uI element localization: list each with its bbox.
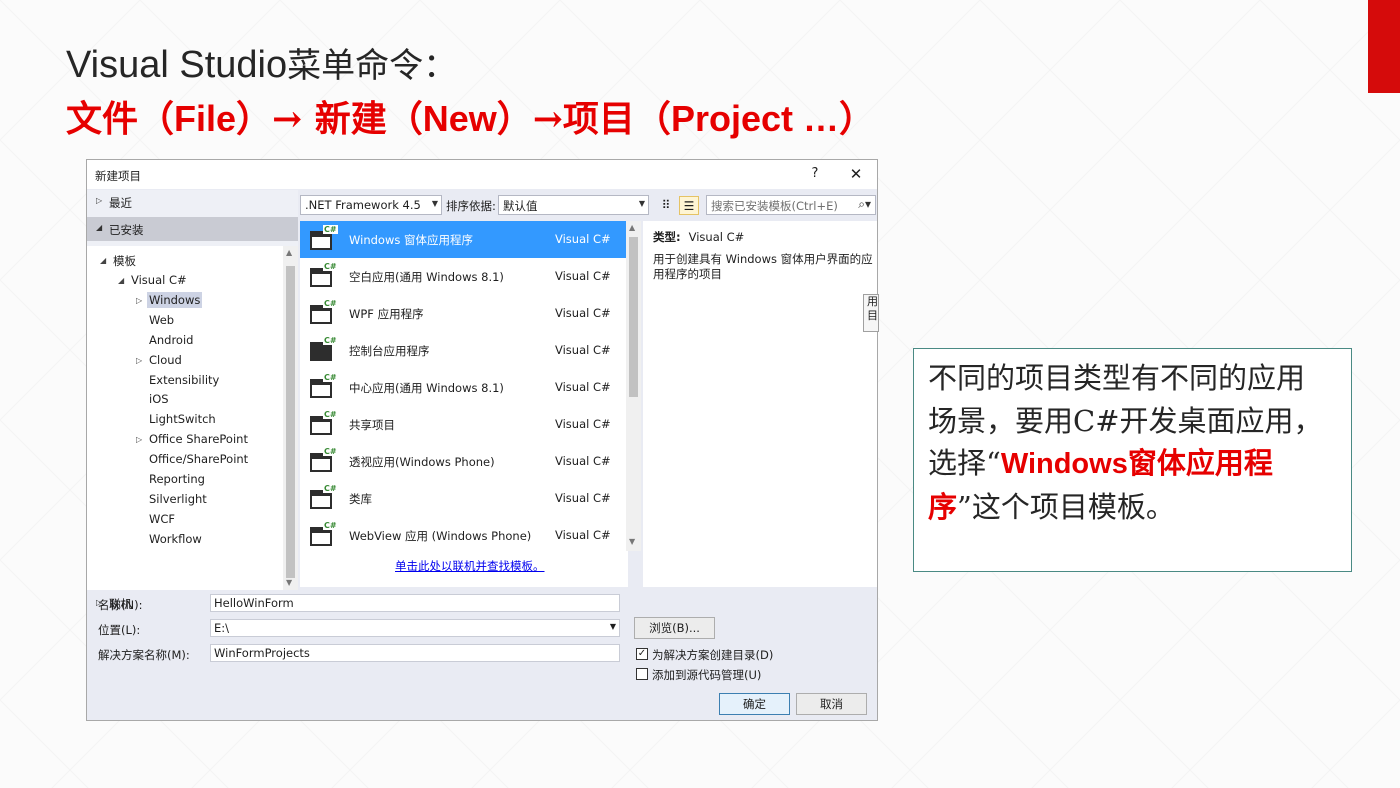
collapse-arrow-icon[interactable]: ◢	[118, 276, 124, 285]
template-item[interactable]: C# 中心应用(通用 Windows 8.1) Visual C#	[300, 369, 626, 406]
template-item[interactable]: C# 透视应用(Windows Phone) Visual C#	[300, 443, 626, 480]
solution-name-label: 解决方案名称(M):	[98, 648, 190, 662]
location-label: 位置(L):	[98, 623, 141, 637]
template-list: C# Windows 窗体应用程序 Visual C# C# 空白应用(通用 Wi…	[300, 221, 628, 587]
template-list-scrollbar[interactable]: ▲ ▼	[626, 221, 641, 551]
nav-installed-label: 已安装	[109, 223, 144, 237]
template-item[interactable]: C# 共享项目 Visual C#	[300, 406, 626, 443]
template-item[interactable]: C# 控制台应用程序 Visual C#	[300, 332, 626, 369]
tree-scrollbar[interactable]: ▲ ▼	[283, 246, 298, 590]
template-item[interactable]: C# Windows 窗体应用程序 Visual C#	[300, 221, 626, 258]
tree-scroll-thumb[interactable]	[286, 266, 295, 578]
create-directory-checkbox[interactable]: ✓	[636, 648, 648, 660]
expand-arrow-icon[interactable]: ▷	[136, 356, 142, 365]
solution-name-input[interactable]: WinFormProjects	[210, 644, 620, 662]
scroll-down-icon[interactable]: ▼	[629, 537, 635, 546]
pivot-app-icon: C#	[310, 447, 338, 474]
tree-item-web[interactable]: Web	[147, 313, 176, 332]
blank-app-icon: C#	[310, 262, 338, 289]
template-toolbar: .NET Framework 4.5 ▼ 排序依据: 默认值 ▼ ⠿ ☰ 搜索已安装…	[300, 193, 877, 217]
tree-item-extensibility[interactable]: Extensibility	[147, 373, 221, 392]
expand-arrow-icon[interactable]: ▷	[96, 196, 102, 205]
template-detail-pane: 类型: Visual C# 用于创建具有 Windows 窗体用户界面的应用程序的…	[643, 221, 879, 587]
scroll-up-icon[interactable]: ▲	[286, 248, 292, 257]
console-app-icon: C#	[310, 336, 338, 363]
location-input[interactable]: E:\ ▼	[210, 619, 620, 637]
nav-recent-label: 最近	[109, 196, 132, 210]
search-icon[interactable]: ⌕▾	[858, 197, 871, 212]
nav-recent[interactable]: ▷ 最近	[87, 190, 298, 214]
online-templates-link[interactable]: 单击此处以联机并查找模板。	[395, 558, 545, 574]
close-button[interactable]: ✕	[847, 165, 865, 183]
project-name-input[interactable]: HelloWinForm	[210, 594, 620, 612]
browse-button[interactable]: 浏览(B)...	[634, 617, 715, 639]
template-description: 用于创建具有 Windows 窗体用户界面的应用程序的项目	[653, 252, 873, 281]
left-pane: ▷ 最近 ◢ 已安装 ◢ 模板 ◢ Visual C# ▷ Windows Web A…	[87, 190, 298, 611]
tree-item-visual-csharp[interactable]: ◢ Visual C#	[118, 273, 189, 292]
windows-forms-icon: C#	[310, 225, 338, 252]
tree-item-office-slash-sharepoint[interactable]: Office/SharePoint	[147, 452, 250, 471]
tree-item-lightswitch[interactable]: LightSwitch	[147, 412, 218, 431]
expand-arrow-icon[interactable]: ▷	[136, 296, 142, 305]
sort-label: 排序依据:	[446, 199, 496, 213]
slide-title-line2: 文件（File）→ 新建（New）→项目（Project …）	[66, 98, 875, 140]
sort-select[interactable]: 默认值 ▼	[498, 195, 649, 215]
shared-project-icon: C#	[310, 410, 338, 437]
dialog-titlebar: 新建项目 ? ✕	[87, 160, 877, 189]
dropdown-arrow-icon[interactable]: ▼	[432, 199, 438, 208]
webview-app-icon: C#	[310, 521, 338, 548]
tree-item-cloud[interactable]: ▷ Cloud	[136, 353, 184, 372]
cancel-button[interactable]: 取消	[796, 693, 867, 715]
hub-app-icon: C#	[310, 373, 338, 400]
tree-item-templates[interactable]: ◢ 模板	[100, 253, 138, 272]
tree-item-reporting[interactable]: Reporting	[147, 472, 207, 491]
tree-item-wcf[interactable]: WCF	[147, 512, 177, 531]
callout-text: 不同的项目类型有不同的应用场景，要用C#开发桌面应用，选择“Windows窗体应…	[928, 361, 1323, 524]
dropdown-arrow-icon[interactable]: ▼	[610, 622, 616, 631]
add-source-control-label: 添加到源代码管理(U)	[652, 668, 762, 682]
template-item[interactable]: C# 空白应用(通用 Windows 8.1) Visual C#	[300, 258, 626, 295]
name-label: 名称(N):	[98, 598, 143, 612]
tooltip-fragment: 用 目	[863, 294, 879, 332]
template-search-input[interactable]: 搜索已安装模板(Ctrl+E) ⌕▾	[706, 195, 876, 215]
nav-installed[interactable]: ◢ 已安装	[87, 217, 298, 241]
template-item[interactable]: C# WPF 应用程序 Visual C#	[300, 295, 626, 332]
wpf-app-icon: C#	[310, 299, 338, 326]
template-type: 类型: Visual C#	[653, 230, 745, 244]
tree-item-silverlight[interactable]: Silverlight	[147, 492, 209, 511]
tree-item-workflow[interactable]: Workflow	[147, 532, 204, 551]
slide-title-line1: Visual Studio菜单命令：	[66, 44, 458, 86]
collapse-arrow-icon[interactable]: ◢	[100, 256, 106, 265]
expand-arrow-icon[interactable]: ▷	[136, 435, 142, 444]
template-item[interactable]: C# 类库 Visual C#	[300, 480, 626, 517]
scroll-up-icon[interactable]: ▲	[629, 223, 635, 232]
collapse-arrow-icon[interactable]: ◢	[96, 223, 102, 232]
explanation-callout: 不同的项目类型有不同的应用场景，要用C#开发桌面应用，选择“Windows窗体应…	[913, 348, 1352, 572]
slide-accent-bar	[1368, 0, 1400, 93]
dropdown-arrow-icon[interactable]: ▼	[639, 199, 645, 208]
add-source-control-checkbox[interactable]	[636, 668, 648, 680]
framework-select[interactable]: .NET Framework 4.5 ▼	[300, 195, 442, 215]
grid-view-icon[interactable]: ⠿	[656, 196, 676, 215]
template-item[interactable]: C# WebView 应用 (Windows Phone) Visual C#	[300, 517, 626, 554]
scroll-down-icon[interactable]: ▼	[286, 578, 292, 587]
create-directory-label: 为解决方案创建目录(D)	[652, 648, 774, 662]
ok-button[interactable]: 确定	[719, 693, 790, 715]
dialog-title: 新建项目	[95, 169, 141, 183]
list-view-icon[interactable]: ☰	[679, 196, 699, 215]
tree-item-windows[interactable]: ▷ Windows	[136, 292, 203, 312]
help-button[interactable]: ?	[807, 166, 823, 182]
new-project-dialog: 新建项目 ? ✕ ▷ 最近 ◢ 已安装 ◢ 模板 ◢ Visual C# ▷ Wind…	[86, 159, 879, 721]
class-library-icon: C#	[310, 484, 338, 511]
tree-item-ios[interactable]: iOS	[147, 392, 171, 411]
template-tree: ◢ 模板 ◢ Visual C# ▷ Windows Web Android ▷ Clo…	[87, 246, 283, 590]
tree-item-office-sharepoint[interactable]: ▷ Office SharePoint	[136, 432, 250, 451]
tree-item-android[interactable]: Android	[147, 333, 195, 352]
template-list-scroll-thumb[interactable]	[629, 237, 638, 397]
